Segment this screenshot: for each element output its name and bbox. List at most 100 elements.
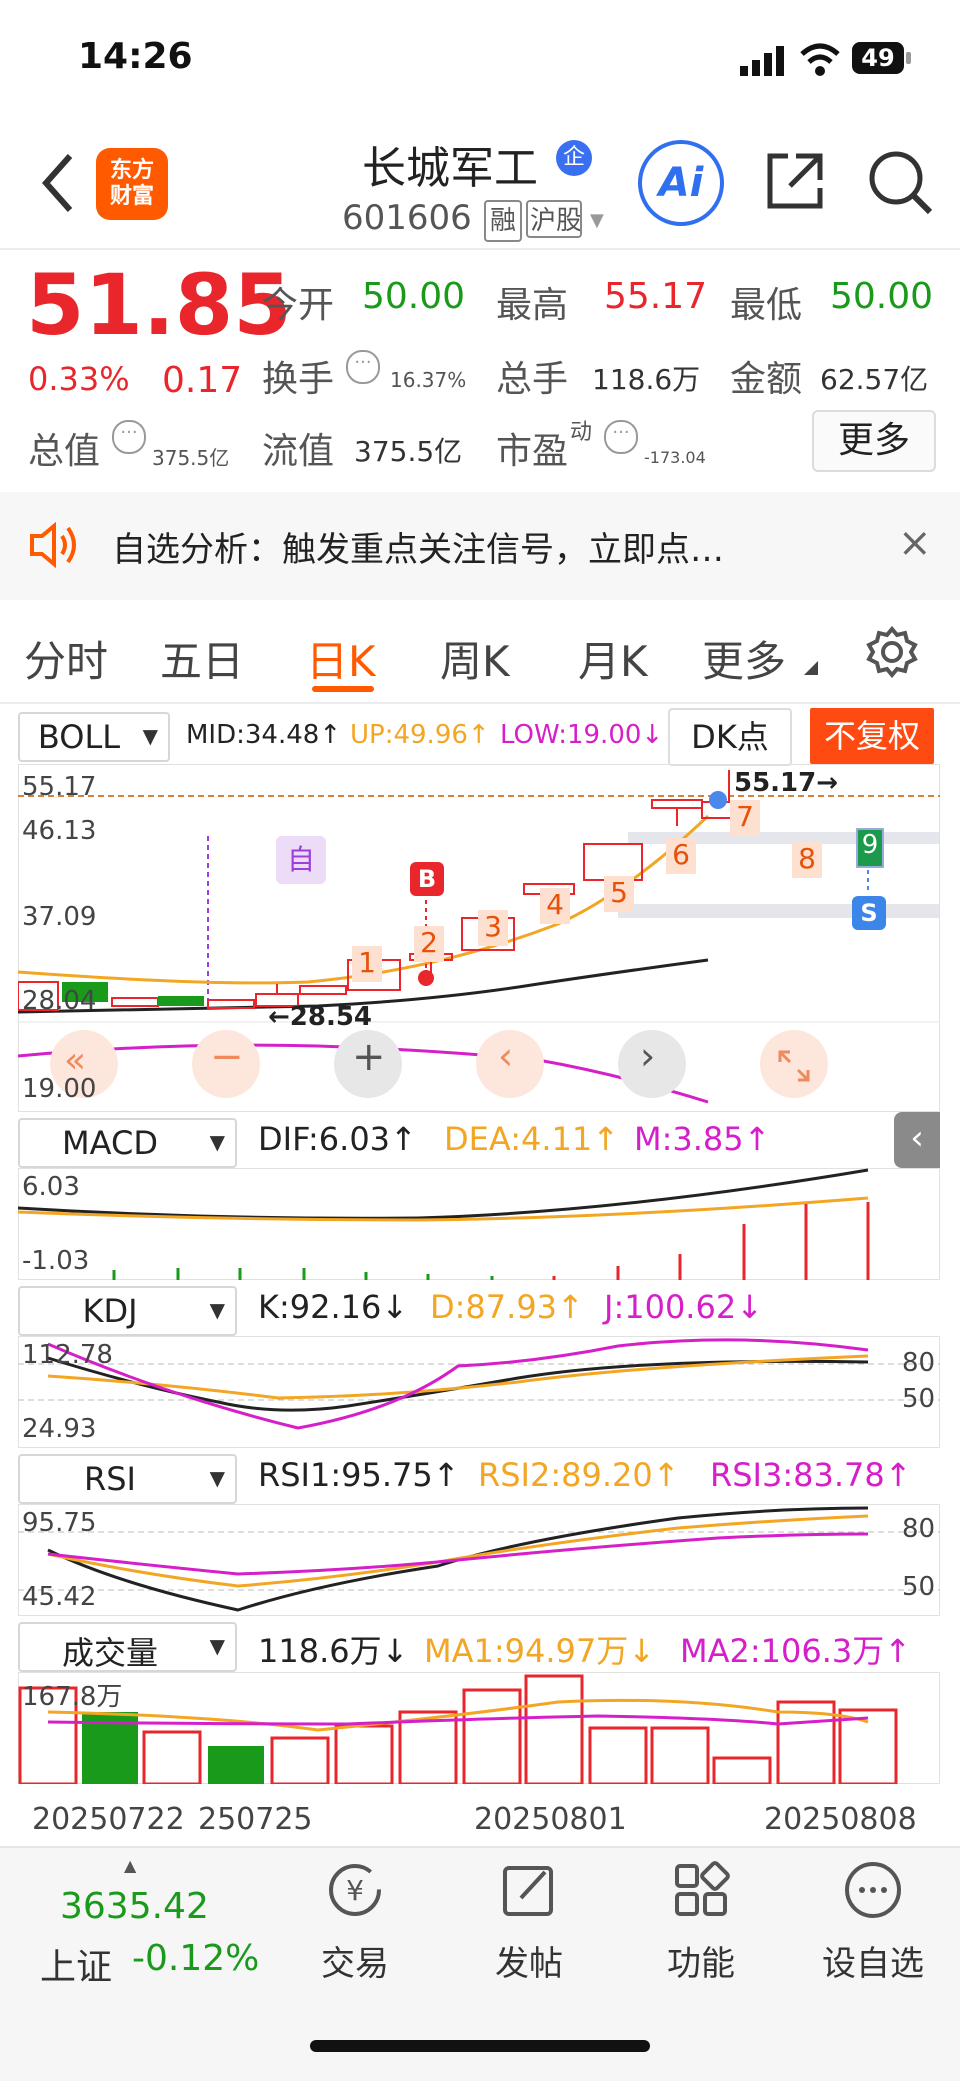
volume-ma1: MA1:94.97万↓ bbox=[424, 1632, 656, 1670]
boll-mid: MID:34.48↑ bbox=[186, 720, 342, 750]
float-value: 375.5亿 bbox=[354, 435, 463, 468]
main-indicator-select[interactable]: BOLL ▼ bbox=[18, 712, 170, 762]
zoom-in-icon[interactable]: + bbox=[352, 1034, 386, 1080]
fullscreen-icon[interactable] bbox=[776, 1048, 812, 1084]
tab-monthly-k[interactable]: 月K bbox=[578, 628, 648, 689]
scroll-left-icon[interactable]: ‹ bbox=[498, 1034, 513, 1078]
add-watchlist-button[interactable]: 设自选 bbox=[808, 1860, 938, 1985]
turnover-info-icon[interactable]: ··· bbox=[346, 350, 380, 384]
total-value-label: 总值 bbox=[28, 431, 101, 472]
more-button[interactable]: 更多 bbox=[812, 410, 936, 472]
settings-gear-icon[interactable] bbox=[866, 625, 918, 679]
tab-daily-k[interactable]: 日K bbox=[306, 628, 376, 689]
low-value: 50.00 bbox=[830, 276, 934, 317]
function-button[interactable]: 功能 bbox=[636, 1860, 766, 1985]
volume-ma2: MA2:106.3万↑ bbox=[680, 1632, 912, 1670]
tab-intraday[interactable]: 分时 bbox=[24, 628, 108, 689]
count-label: 2 bbox=[414, 926, 444, 962]
function-label: 功能 bbox=[667, 1944, 735, 1984]
kdj-d: D:87.93↑ bbox=[430, 1288, 584, 1326]
battery-level: 49 bbox=[861, 44, 895, 72]
pe-info-icon[interactable]: ··· bbox=[604, 420, 638, 454]
trade-icon: ¥ bbox=[290, 1860, 420, 1934]
share-icon[interactable] bbox=[762, 148, 828, 214]
tab-five-day[interactable]: 五日 bbox=[160, 628, 244, 689]
badge-text: 企 bbox=[562, 145, 585, 170]
pe-superscript: 动 bbox=[570, 420, 593, 445]
notice-close-icon[interactable]: × bbox=[898, 520, 932, 566]
rsi-ref-low: 50 bbox=[902, 1572, 936, 1602]
scroll-right-icon[interactable]: › bbox=[640, 1034, 655, 1078]
rsi-select[interactable]: RSI ▼ bbox=[18, 1454, 237, 1504]
rsi-axis-min: 45.42 bbox=[22, 1582, 97, 1612]
post-button[interactable]: 发帖 bbox=[464, 1860, 594, 1985]
change-value: 0.17 bbox=[162, 360, 243, 401]
volume-svg bbox=[18, 1674, 898, 1784]
grid-icon bbox=[636, 1860, 766, 1934]
kline-min-label: ←28.54 bbox=[268, 1002, 373, 1032]
count-label: 8 bbox=[792, 842, 822, 878]
date-label: 250725 bbox=[198, 1802, 313, 1837]
back-button[interactable] bbox=[38, 148, 78, 218]
count-label: 9 bbox=[856, 828, 884, 868]
logo-text-bottom: 财富 bbox=[109, 184, 154, 209]
macd-dif: DIF:6.03↑ bbox=[258, 1120, 417, 1158]
macd-select[interactable]: MACD ▼ bbox=[18, 1118, 237, 1168]
low-label: 最低 bbox=[730, 285, 803, 326]
sell-signal-marker: S bbox=[852, 896, 886, 930]
tab-more[interactable]: 更多 bbox=[702, 628, 786, 689]
ai-button[interactable]: Ai bbox=[638, 140, 724, 226]
trade-button[interactable]: ¥ 交易 bbox=[290, 1860, 420, 1985]
side-panel-toggle[interactable]: ‹ bbox=[894, 1112, 940, 1168]
volume-current: 118.6万↓ bbox=[258, 1632, 409, 1670]
wifi-icon bbox=[798, 42, 842, 78]
adjust-label: 不复权 bbox=[823, 717, 920, 755]
kline-axis-3: 37.09 bbox=[22, 902, 97, 932]
market-tag[interactable]: 沪股 bbox=[526, 200, 582, 238]
zoom-out-icon[interactable]: − bbox=[210, 1034, 244, 1080]
tab-more-corner-icon bbox=[804, 660, 818, 675]
macd-select-label: MACD bbox=[62, 1124, 158, 1162]
index-percent: -0.12% bbox=[132, 1938, 260, 1979]
count-label: 4 bbox=[540, 888, 570, 924]
kline-axis-4: 28.04 bbox=[22, 986, 97, 1016]
amount-label: 金额 bbox=[730, 359, 803, 400]
rsi-3: RSI3:83.78↑ bbox=[710, 1456, 912, 1494]
macd-dea: DEA:4.11↑ bbox=[444, 1120, 620, 1158]
buy-signal-text: B bbox=[417, 865, 437, 893]
rsi-select-label: RSI bbox=[84, 1460, 136, 1498]
add-watchlist-label: 设自选 bbox=[822, 1944, 924, 1984]
kdj-select[interactable]: KDJ ▼ bbox=[18, 1286, 237, 1336]
total-value-info-icon[interactable]: ··· bbox=[112, 420, 146, 454]
macd-axis-max: 6.03 bbox=[22, 1172, 80, 1202]
macd-svg bbox=[18, 1168, 870, 1280]
total-value: 375.5亿 bbox=[152, 446, 230, 470]
volume-axis-max: 167.8万 bbox=[22, 1682, 123, 1712]
index-expand-icon[interactable]: ▲ bbox=[124, 1856, 136, 1875]
dk-point-label: DK点 bbox=[691, 718, 769, 756]
scroll-left-fast-icon[interactable]: « bbox=[64, 1040, 86, 1081]
turnover-value: 16.37% bbox=[390, 368, 467, 392]
stock-name: 长城军工 bbox=[362, 143, 538, 194]
adjust-button[interactable]: 不复权 bbox=[810, 708, 934, 764]
status-time: 14:26 bbox=[78, 36, 193, 77]
rsi-1: RSI1:95.75↑ bbox=[258, 1456, 460, 1494]
stock-code: 601606 bbox=[342, 198, 472, 238]
active-tab-indicator bbox=[312, 686, 374, 692]
rsi-svg bbox=[18, 1506, 940, 1612]
kdj-axis-max: 112.78 bbox=[22, 1340, 113, 1370]
volume-select[interactable]: 成交量 ▼ bbox=[18, 1622, 237, 1672]
logo-text-top: 东方 bbox=[109, 158, 154, 183]
notice-text[interactable]: 自选分析：触发重点关注信号，立即点… bbox=[112, 522, 724, 571]
kdj-select-label: KDJ bbox=[82, 1292, 138, 1330]
tab-weekly-k[interactable]: 周K bbox=[440, 628, 510, 689]
market-dropdown-icon[interactable]: ▼ bbox=[590, 210, 604, 231]
date-label: 20250808 bbox=[764, 1802, 917, 1837]
index-value[interactable]: 3635.42 bbox=[60, 1886, 209, 1927]
count-label: 3 bbox=[478, 910, 508, 946]
search-icon[interactable] bbox=[866, 148, 934, 216]
high-label: 最高 bbox=[496, 285, 569, 326]
rsi-axis-max: 95.75 bbox=[22, 1508, 97, 1538]
dk-point-button[interactable]: DK点 bbox=[668, 708, 792, 766]
boll-up: UP:49.96↑ bbox=[350, 720, 490, 750]
